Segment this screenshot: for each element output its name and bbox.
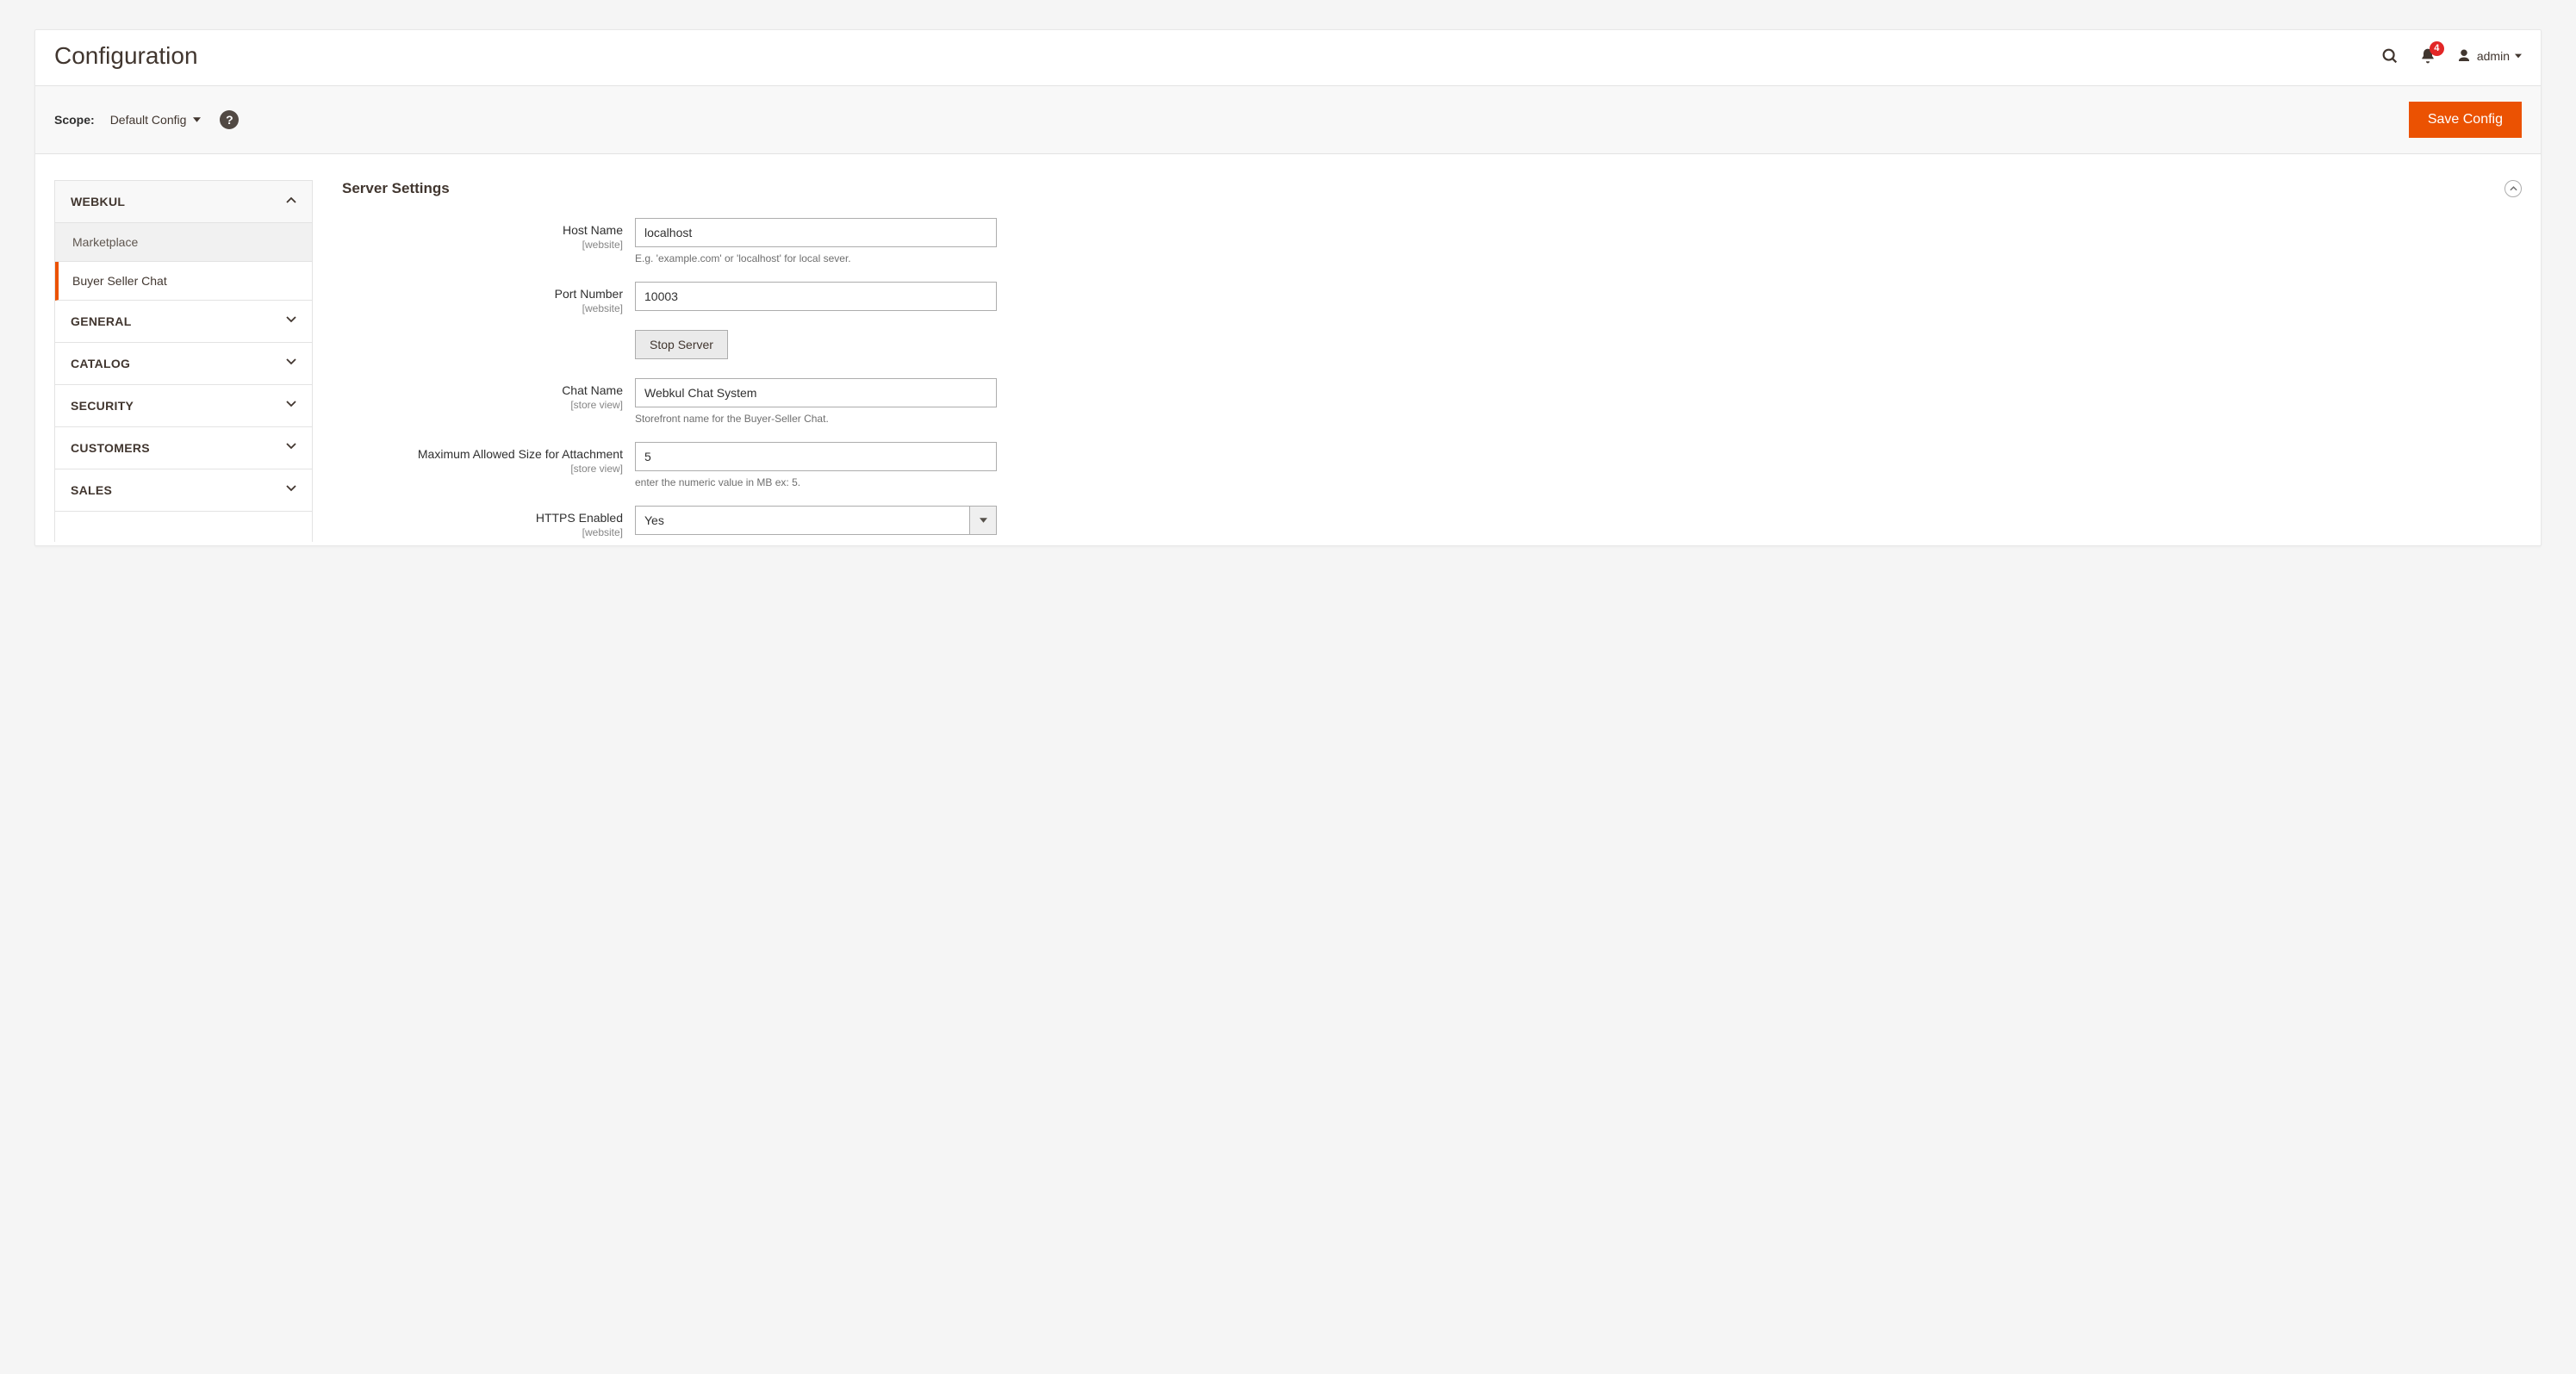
sidebar-group-webkul-items: Marketplace Buyer Seller Chat	[55, 223, 312, 301]
sidebar-group-sales[interactable]: SALES	[55, 469, 312, 512]
field-label: HTTPS Enabled	[536, 511, 623, 525]
host-name-input[interactable]	[635, 218, 997, 247]
sidebar-group-label: CATALOG	[71, 357, 130, 370]
user-icon	[2456, 48, 2472, 64]
sidebar-item-label: Marketplace	[72, 235, 138, 249]
sidebar-group-label: GENERAL	[71, 314, 132, 328]
field-label: Maximum Allowed Size for Attachment	[418, 447, 623, 461]
sidebar-group-label: SALES	[71, 483, 112, 497]
scope-current: Default Config	[110, 113, 187, 127]
sidebar-item-marketplace[interactable]: Marketplace	[55, 223, 312, 262]
field-server-action: Stop Server	[342, 330, 2522, 375]
scope-bar: Scope: Default Config ? Save Config	[35, 85, 2541, 154]
chevron-down-icon	[286, 443, 296, 453]
sidebar-item-buyer-seller-chat[interactable]: Buyer Seller Chat	[55, 262, 312, 301]
chevron-down-icon	[286, 401, 296, 411]
help-icon[interactable]: ?	[220, 110, 239, 129]
https-enabled-select[interactable]	[635, 506, 997, 535]
caret-down-icon	[2515, 53, 2522, 59]
sidebar-group-general[interactable]: GENERAL	[55, 301, 312, 343]
field-chat-name: Chat Name [store view] Storefront name f…	[342, 378, 2522, 438]
username: admin	[2477, 49, 2510, 63]
field-label: Port Number	[555, 287, 623, 301]
field-label: Host Name	[563, 223, 623, 237]
notifications-badge: 4	[2430, 41, 2444, 56]
sidebar-group-security[interactable]: SECURITY	[55, 385, 312, 427]
caret-down-icon	[193, 117, 201, 122]
field-scope: [website]	[342, 526, 623, 538]
sidebar-group-label: SECURITY	[71, 399, 134, 413]
account-menu[interactable]: admin	[2456, 48, 2522, 64]
header: Configuration 4 admin	[35, 30, 2541, 85]
scope-label: Scope:	[54, 113, 95, 127]
section-header: Server Settings	[342, 180, 2522, 218]
field-hint: Storefront name for the Buyer-Seller Cha…	[635, 413, 997, 425]
scope-selector[interactable]: Default Config	[110, 113, 202, 127]
field-label: Chat Name	[562, 383, 623, 397]
collapse-section-icon[interactable]	[2504, 180, 2522, 197]
page-title: Configuration	[54, 42, 2380, 70]
field-max-attachment: Maximum Allowed Size for Attachment [sto…	[342, 442, 2522, 502]
search-icon[interactable]	[2380, 47, 2399, 65]
field-scope: [website]	[342, 302, 623, 314]
field-https-enabled: HTTPS Enabled [website]	[342, 506, 2522, 538]
sidebar-item-label: Buyer Seller Chat	[72, 274, 167, 288]
sidebar-group-label: WEBKUL	[71, 195, 125, 208]
config-sidebar: WEBKUL Marketplace Buyer Seller Chat GEN…	[54, 180, 313, 542]
chat-name-input[interactable]	[635, 378, 997, 407]
content: WEBKUL Marketplace Buyer Seller Chat GEN…	[35, 154, 2541, 542]
port-number-input[interactable]	[635, 282, 997, 311]
sidebar-group-customers[interactable]: CUSTOMERS	[55, 427, 312, 469]
save-config-button[interactable]: Save Config	[2409, 102, 2522, 138]
field-scope: [store view]	[342, 463, 623, 475]
header-actions: 4 admin	[2380, 47, 2522, 65]
sidebar-group-webkul[interactable]: WEBKUL	[55, 181, 312, 223]
field-host-name: Host Name [website] E.g. 'example.com' o…	[342, 218, 2522, 278]
max-attachment-input[interactable]	[635, 442, 997, 471]
https-enabled-value[interactable]	[635, 506, 997, 535]
page-card: Configuration 4 admin Scope: Default Con…	[34, 29, 2542, 546]
chevron-down-icon	[286, 485, 296, 495]
field-hint: E.g. 'example.com' or 'localhost' for lo…	[635, 252, 997, 264]
chevron-up-icon	[286, 196, 296, 207]
chevron-down-icon	[286, 358, 296, 369]
field-hint: enter the numeric value in MB ex: 5.	[635, 476, 997, 488]
field-scope: [website]	[342, 239, 623, 251]
notifications-icon[interactable]: 4	[2418, 47, 2437, 65]
field-port-number: Port Number [website]	[342, 282, 2522, 326]
field-scope: [store view]	[342, 399, 623, 411]
section-title: Server Settings	[342, 180, 2504, 197]
stop-server-button[interactable]: Stop Server	[635, 330, 728, 359]
sidebar-group-catalog[interactable]: CATALOG	[55, 343, 312, 385]
sidebar-group-label: CUSTOMERS	[71, 441, 150, 455]
chevron-down-icon	[286, 316, 296, 326]
main-panel: Server Settings Host Name [website] E.g.…	[342, 180, 2522, 542]
